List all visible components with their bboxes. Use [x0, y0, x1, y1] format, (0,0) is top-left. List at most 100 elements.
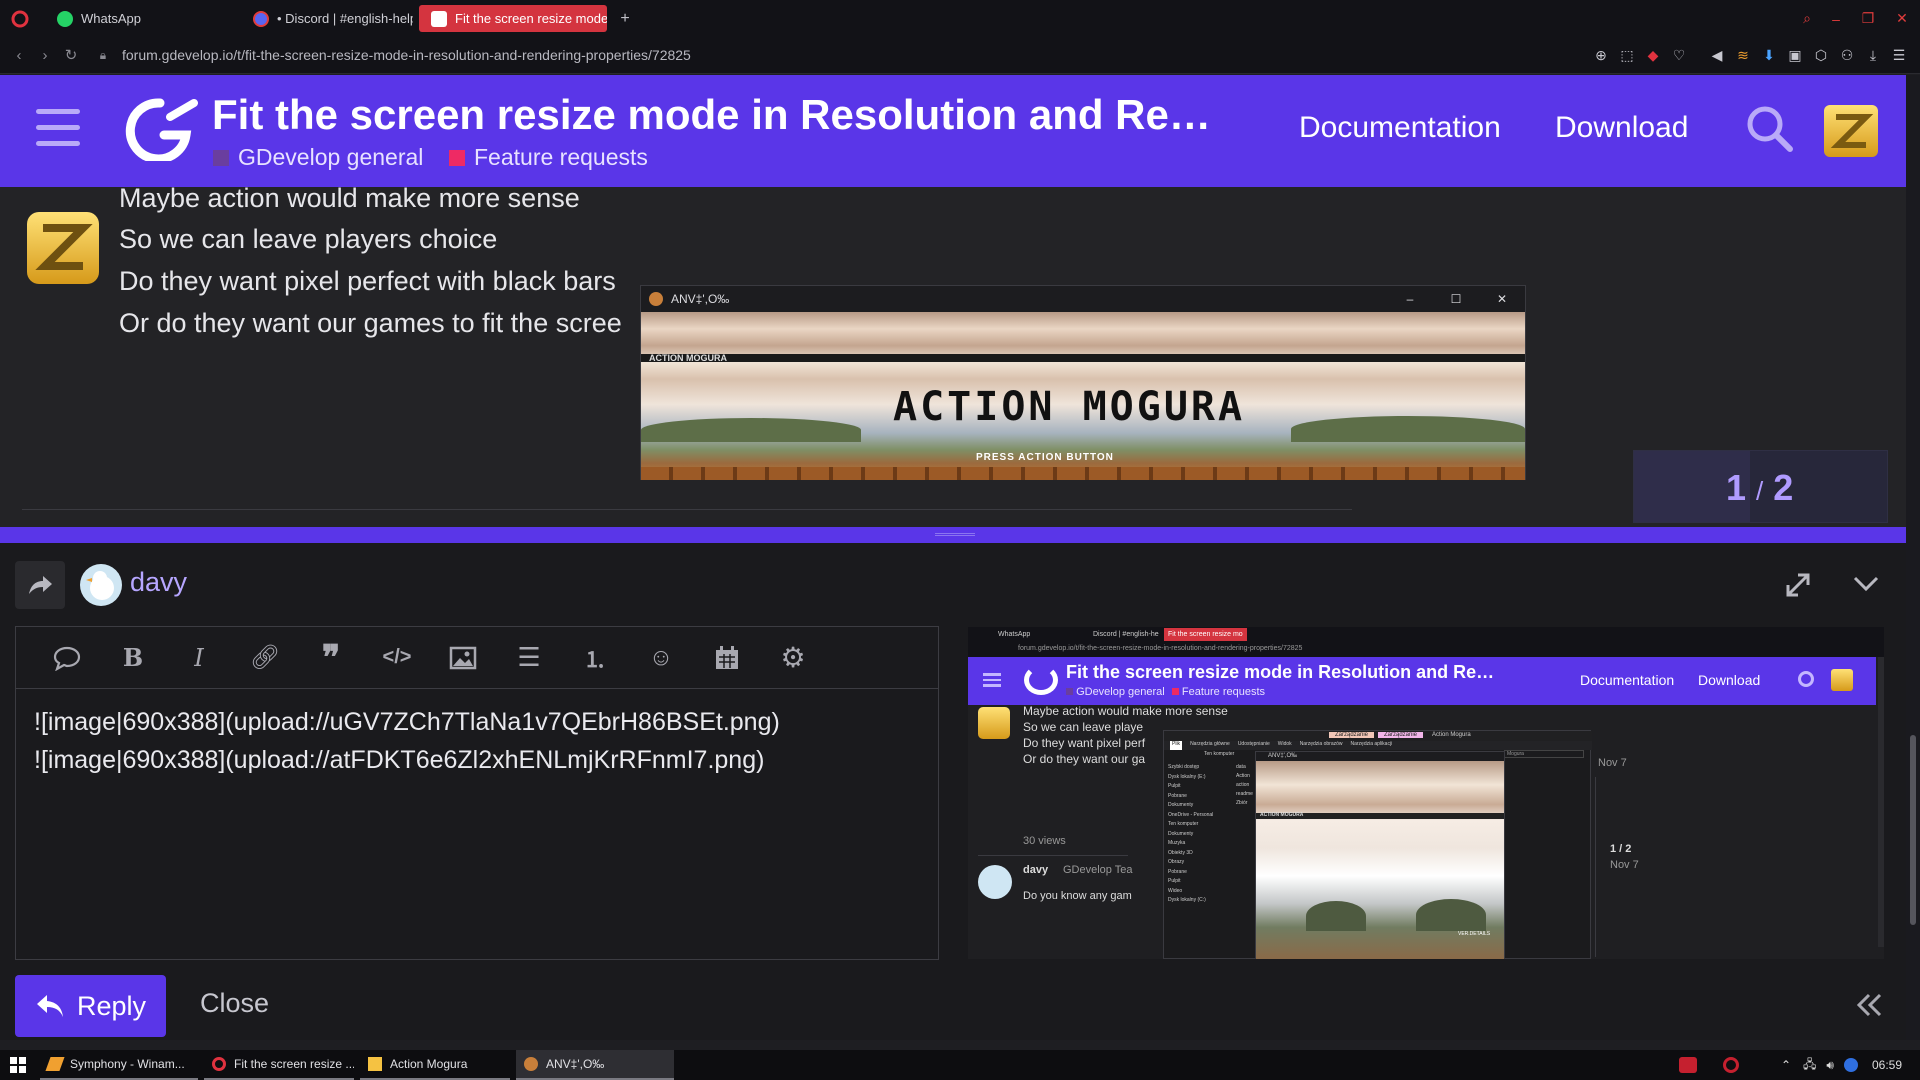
- tray-volume-icon[interactable]: 🔊︎: [1826, 1058, 1834, 1073]
- calendar-icon[interactable]: [694, 638, 760, 678]
- nav-documentation[interactable]: Documentation: [1299, 111, 1501, 145]
- downloads-icon[interactable]: ⤓: [1860, 47, 1886, 64]
- game-window[interactable]: ANV‡',O‰ – ☐ ✕ ACTION MOGURA ACTION MOGU…: [640, 285, 1526, 480]
- italic-icon[interactable]: I: [166, 638, 232, 678]
- restore-window-icon[interactable]: ❐: [1852, 10, 1884, 27]
- sidebar-item: Pobrane: [1168, 792, 1187, 799]
- grippie-handle[interactable]: [935, 533, 975, 536]
- preview-topic-title: Fit the screen resize mode in Resolution…: [1066, 662, 1495, 682]
- share-arrow-icon[interactable]: [15, 561, 65, 609]
- preview-game-hill: [1306, 901, 1366, 931]
- gdevelop-logo[interactable]: [120, 95, 198, 164]
- code-icon[interactable]: </>: [364, 638, 430, 678]
- progress-current: 1: [1726, 467, 1747, 508]
- topic-progress[interactable]: 1 / 2: [1633, 450, 1888, 523]
- preview-timeline-line: [1595, 777, 1596, 957]
- account-icon[interactable]: ⚇: [1834, 47, 1860, 64]
- speaker-icon[interactable]: ◀: [1704, 47, 1730, 64]
- chevron-down-icon[interactable]: [1852, 575, 1880, 598]
- pocket-icon[interactable]: ◆: [1640, 47, 1666, 64]
- close-composer-button[interactable]: Close: [200, 988, 269, 1019]
- game-screen[interactable]: ACTION MOGURA ACTION MOGURA PRESS ACTION…: [641, 312, 1525, 480]
- preview-explorer-sidebar: Szybki dostęp Dysk lokalny (E:) Pulpit P…: [1168, 763, 1226, 906]
- category-gdevelop-general[interactable]: GDevelop general: [213, 144, 423, 171]
- minimize-icon[interactable]: –: [1387, 292, 1433, 306]
- rss-icon[interactable]: ≋: [1730, 47, 1756, 64]
- windows-icon[interactable]: [0, 1057, 36, 1073]
- snapshot-icon[interactable]: ⬚: [1614, 47, 1640, 64]
- search-icon[interactable]: [1744, 103, 1796, 160]
- composer-editor[interactable]: B I 🔗︎ ❞ </> ☰ ⒈ ☺ ⚙ ![image|690x388](up…: [15, 626, 939, 960]
- download-icon[interactable]: ⬇: [1756, 47, 1782, 64]
- progress-separator: /: [1756, 476, 1764, 506]
- forward-icon[interactable]: ›: [32, 47, 58, 64]
- double-chevron-left-icon[interactable]: [1855, 992, 1883, 1023]
- image-upload-icon[interactable]: [430, 638, 496, 678]
- tab-whatsapp[interactable]: WhatsApp: [45, 5, 235, 32]
- taskbar-clock[interactable]: 06:59: [1872, 1058, 1902, 1072]
- tray-network-icon[interactable]: 🖧︎: [1803, 1055, 1816, 1076]
- taskbar-item-winamp[interactable]: Symphony - Winam...: [40, 1050, 198, 1080]
- page-scrollbar[interactable]: [1906, 75, 1920, 1040]
- preview-nav-download: Download: [1698, 672, 1761, 688]
- numbered-list-icon[interactable]: ⒈: [562, 638, 628, 678]
- discord-icon: [253, 10, 269, 27]
- search-tabs-icon[interactable]: ⌕: [1794, 10, 1820, 27]
- tray-app-icon[interactable]: [1678, 1057, 1697, 1073]
- zoom-icon[interactable]: ⊕: [1588, 47, 1614, 64]
- close-window-icon[interactable]: ✕: [1884, 10, 1920, 27]
- post-author-avatar[interactable]: [27, 212, 99, 284]
- taskbar-item-folder[interactable]: Action Mogura: [360, 1050, 510, 1080]
- topic-title[interactable]: Fit the screen resize mode in Resolution…: [212, 91, 1211, 139]
- explorer-tab: Zarządzanie: [1378, 732, 1424, 738]
- reply-button-label: Reply: [76, 990, 147, 1021]
- back-icon[interactable]: ‹: [6, 47, 32, 64]
- tray-bluetooth-icon[interactable]: [1843, 1058, 1858, 1072]
- user-avatar[interactable]: [1824, 105, 1878, 157]
- preview-post-line: So we can leave playe: [1023, 720, 1144, 734]
- expand-icon[interactable]: [1784, 571, 1812, 604]
- minimize-window-icon[interactable]: –: [1820, 11, 1852, 27]
- url-field[interactable]: forum.gdevelop.io/t/fit-the-screen-resiz…: [122, 47, 691, 63]
- preview-game-title: ANV‡',O‰: [1268, 753, 1298, 759]
- reply-button[interactable]: Reply: [15, 975, 166, 1037]
- composer-grippie[interactable]: [0, 527, 1906, 543]
- composer-user-avatar[interactable]: [80, 564, 122, 606]
- gear-icon[interactable]: ⚙: [760, 638, 826, 678]
- toggle-preview-icon[interactable]: [34, 638, 100, 678]
- quote-icon[interactable]: ❞: [298, 638, 364, 678]
- bold-icon[interactable]: B: [100, 638, 166, 678]
- bullet-list-icon[interactable]: ☰: [496, 638, 562, 678]
- opera-logo-icon[interactable]: [0, 10, 40, 28]
- reload-icon[interactable]: ↻: [58, 46, 84, 64]
- emoji-icon[interactable]: ☺: [628, 638, 694, 678]
- easy-setup-icon[interactable]: ☰: [1886, 47, 1912, 64]
- close-icon[interactable]: ✕: [1479, 292, 1525, 306]
- nav-download[interactable]: Download: [1555, 111, 1688, 145]
- composer-username[interactable]: davy: [130, 567, 187, 598]
- category-feature-requests[interactable]: Feature requests: [449, 144, 648, 171]
- sidebar-item: Dysk lokalny (C:): [1168, 897, 1206, 903]
- link-icon[interactable]: 🔗︎: [232, 638, 298, 678]
- game-window-titlebar[interactable]: ANV‡',O‰ – ☐ ✕: [641, 286, 1525, 312]
- tray-chevron-up-icon[interactable]: ⌃: [1781, 1058, 1791, 1072]
- preview-tab: Discord | #english-he: [1093, 631, 1159, 638]
- taskbar-item-game[interactable]: ANV‡',O‰: [516, 1050, 674, 1080]
- preview-game-corner: VER.DETAILS: [1458, 931, 1491, 937]
- new-tab-button[interactable]: +: [613, 10, 637, 28]
- folder-icon: [368, 1057, 382, 1071]
- heart-icon[interactable]: ♡: [1666, 47, 1692, 64]
- taskbar-item-opera[interactable]: Fit the screen resize ...: [204, 1050, 354, 1080]
- composer-preview[interactable]: WhatsApp Discord | #english-he Fit the s…: [968, 627, 1884, 959]
- menu-icon[interactable]: [36, 109, 80, 147]
- tray-opera-icon[interactable]: [1722, 1057, 1739, 1073]
- extensions-icon[interactable]: ⬡: [1808, 47, 1834, 64]
- image-icon[interactable]: ▣: [1782, 47, 1808, 64]
- maximize-icon[interactable]: ☐: [1433, 292, 1479, 306]
- preview-game-label: ACTION MOGURA: [1260, 812, 1304, 818]
- scrollbar-thumb[interactable]: [1910, 735, 1916, 925]
- tab-discord[interactable]: • Discord | #english-help: [241, 5, 413, 32]
- tab-gdevelop-forum[interactable]: Fit the screen resize mode: [419, 5, 607, 32]
- sidebar-item: Pulpit: [1168, 878, 1181, 884]
- sidebar-item: Wideo: [1168, 887, 1183, 894]
